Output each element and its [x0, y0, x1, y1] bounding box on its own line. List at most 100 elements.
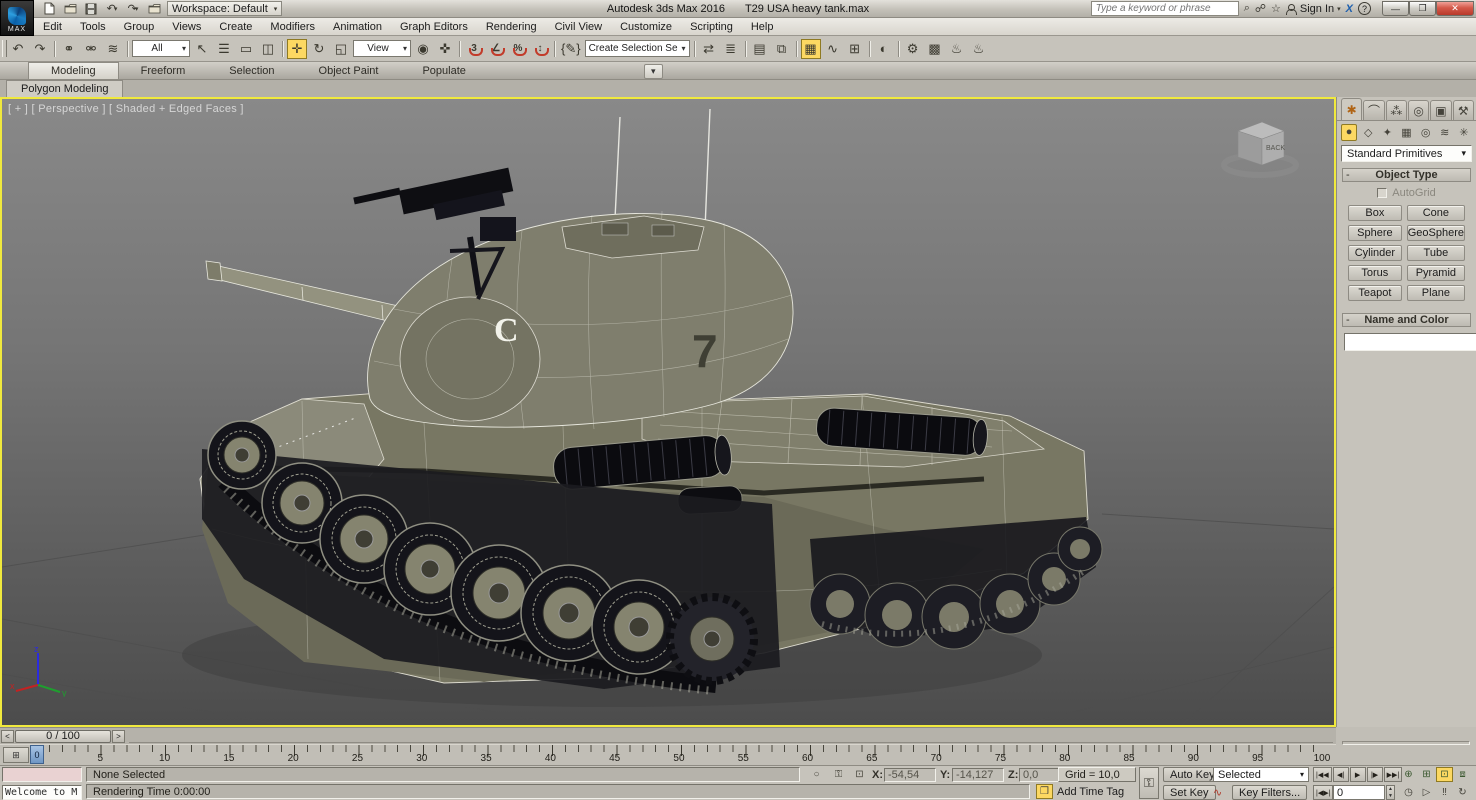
select-object-button[interactable]: ↖	[192, 39, 212, 59]
isolate-selection-icon[interactable]: ○	[808, 767, 825, 782]
use-pivot-point-button[interactable]: ◉	[413, 39, 433, 59]
select-and-link-button[interactable]: ⚭	[59, 39, 79, 59]
primitive-button-sphere[interactable]: Sphere	[1348, 225, 1402, 241]
search-input[interactable]	[1090, 1, 1239, 16]
perspective-viewport[interactable]: C 7 [ + ] [ Perspective ] [ Shaded + Edg…	[0, 97, 1336, 727]
spinner-snap-toggle-button[interactable]: ↕	[530, 39, 550, 59]
close-button[interactable]: ✕	[1436, 1, 1474, 16]
bind-to-space-warp-button[interactable]: ≋	[103, 39, 123, 59]
schematic-view-button[interactable]: ⊞	[845, 39, 865, 59]
select-by-name-button[interactable]: ☰	[214, 39, 234, 59]
orbit-button[interactable]: ↻	[1454, 785, 1471, 800]
autogrid-checkbox[interactable]	[1377, 188, 1388, 198]
workspace-dropdown[interactable]: Workspace: Default ▾	[167, 1, 283, 16]
systems-category-button[interactable]: ✳	[1456, 124, 1472, 141]
primitive-button-torus[interactable]: Torus	[1348, 265, 1402, 281]
primitive-button-tube[interactable]: Tube	[1406, 245, 1465, 261]
viewport-label[interactable]: [ + ] [ Perspective ] [ Shaded + Edged F…	[8, 103, 244, 115]
display-tab[interactable]: ▣	[1430, 100, 1452, 120]
menu-views[interactable]: Views	[163, 19, 210, 35]
redo-button[interactable]: ↷	[30, 39, 50, 59]
ribbon-tab-freeform[interactable]: Freeform	[119, 63, 208, 79]
named-selection-sets-dropdown[interactable]: Create Selection Se	[584, 40, 690, 57]
lights-category-button[interactable]: ✦	[1379, 124, 1395, 141]
time-slider-track[interactable]	[129, 730, 1333, 743]
rendered-frame-window-button[interactable]: ▩	[925, 39, 945, 59]
sign-in-chevron-icon[interactable]: ▾	[1337, 5, 1341, 13]
favorites-star-icon[interactable]: ☆	[1271, 2, 1281, 15]
zoom-all-button[interactable]: ⊞	[1418, 767, 1435, 782]
ribbon-tab-selection[interactable]: Selection	[207, 63, 296, 79]
save-file-button[interactable]	[82, 1, 100, 16]
track-bar[interactable]: ⊞ 05101520253035404550556065707580859095…	[0, 744, 1336, 765]
menu-group[interactable]: Group	[115, 19, 164, 35]
space-warps-category-button[interactable]: ≋	[1437, 124, 1453, 141]
primitive-category-dropdown[interactable]: Standard Primitives	[1341, 145, 1472, 162]
reference-coordinate-dropdown[interactable]: View	[353, 40, 411, 57]
rectangular-selection-region-button[interactable]: ▭	[236, 39, 256, 59]
menu-rendering[interactable]: Rendering	[477, 19, 546, 35]
motion-tab[interactable]: ◎	[1407, 100, 1430, 120]
time-configuration-button[interactable]: ◷	[1400, 785, 1417, 800]
object-name-input[interactable]	[1344, 333, 1476, 351]
set-keys-big-button[interactable]: ⚿	[1139, 767, 1159, 799]
previous-frame-button[interactable]: ◀|	[1332, 767, 1349, 782]
unlink-selection-button[interactable]: ⚮	[81, 39, 101, 59]
utilities-tab[interactable]: ⚒	[1452, 100, 1474, 120]
viewcube[interactable]: BACK	[1216, 117, 1304, 179]
zoom-extents-all-button[interactable]: ⧈	[1454, 767, 1471, 782]
modify-tab[interactable]: ⌒	[1363, 100, 1385, 120]
new-file-button[interactable]	[40, 1, 58, 16]
current-frame-field[interactable]: 0	[1333, 785, 1385, 800]
menu-customize[interactable]: Customize	[611, 19, 681, 35]
pan-2d-button[interactable]: ‼	[1436, 785, 1453, 800]
menu-create[interactable]: Create	[210, 19, 261, 35]
name-color-rollout-header[interactable]: - Name and Color	[1342, 313, 1471, 327]
sign-in-button[interactable]: Sign In	[1300, 3, 1334, 15]
percent-snap-toggle-button[interactable]: %	[508, 39, 528, 59]
application-menu-button[interactable]: MAX	[0, 0, 34, 36]
key-mode-toggle[interactable]: |◀▶|	[1313, 785, 1334, 800]
project-folder-button[interactable]	[145, 1, 163, 16]
go-to-start-button[interactable]: |◀◀	[1313, 767, 1332, 782]
ribbon-toggle-button[interactable]: ▦	[800, 38, 821, 59]
add-time-tag-label[interactable]: Add Time Tag	[1057, 786, 1124, 798]
render-flyout-button[interactable]: ♨	[969, 39, 989, 59]
menu-civil-view[interactable]: Civil View	[546, 19, 611, 35]
x-coord-field[interactable]: -54,54	[884, 767, 936, 782]
helpers-category-button[interactable]: ◎	[1418, 124, 1434, 141]
primitive-button-cone[interactable]: Cone	[1406, 205, 1465, 221]
search-find-icon[interactable]: ⌕	[1244, 2, 1250, 15]
manage-layers-button[interactable]: ⧉	[772, 39, 792, 59]
menu-modifiers[interactable]: Modifiers	[261, 19, 324, 35]
ribbon-tab-populate[interactable]: Populate	[400, 63, 487, 79]
shapes-category-button[interactable]: ◇	[1360, 124, 1376, 141]
y-coord-field[interactable]: -14,127	[952, 767, 1004, 782]
edit-named-selection-sets-button[interactable]: {✎}	[559, 39, 583, 59]
time-slider-handle[interactable]: 0 / 100	[15, 729, 111, 743]
cameras-category-button[interactable]: ▦	[1398, 124, 1414, 141]
create-tab[interactable]: ✱	[1341, 98, 1363, 120]
default-tangent-icon[interactable]: ∿	[1213, 786, 1222, 799]
open-file-button[interactable]	[61, 1, 79, 16]
undo-quick-button[interactable]: ↶ ▾	[103, 1, 121, 16]
select-and-move-button[interactable]: ✛	[287, 38, 307, 59]
primitive-button-geosphere[interactable]: GeoSphere	[1406, 225, 1465, 241]
scene-explorer-button[interactable]: ▤	[750, 39, 770, 59]
primitive-button-plane[interactable]: Plane	[1406, 285, 1465, 301]
geometry-category-button[interactable]: ●	[1341, 123, 1358, 141]
absolute-mode-transform-icon[interactable]: ⊡	[851, 767, 868, 782]
key-filters-button[interactable]: Key Filters...	[1232, 785, 1308, 800]
selection-filter-dropdown[interactable]: All	[132, 40, 190, 57]
frame-spinner[interactable]: ▲ ▼	[1386, 785, 1395, 800]
play-button[interactable]: ▶	[1349, 767, 1366, 782]
menu-tools[interactable]: Tools	[71, 19, 115, 35]
primitive-button-cylinder[interactable]: Cylinder	[1348, 245, 1402, 261]
ribbon-tab-object-paint[interactable]: Object Paint	[297, 63, 401, 79]
open-mini-curve-editor-button[interactable]: ⊞	[3, 747, 29, 763]
menu-edit[interactable]: Edit	[34, 19, 71, 35]
object-type-rollout-header[interactable]: - Object Type	[1342, 168, 1471, 182]
next-frame-button[interactable]: |▶	[1366, 767, 1383, 782]
menu-help[interactable]: Help	[742, 19, 783, 35]
play-selected-button[interactable]: ▷	[1418, 785, 1435, 800]
